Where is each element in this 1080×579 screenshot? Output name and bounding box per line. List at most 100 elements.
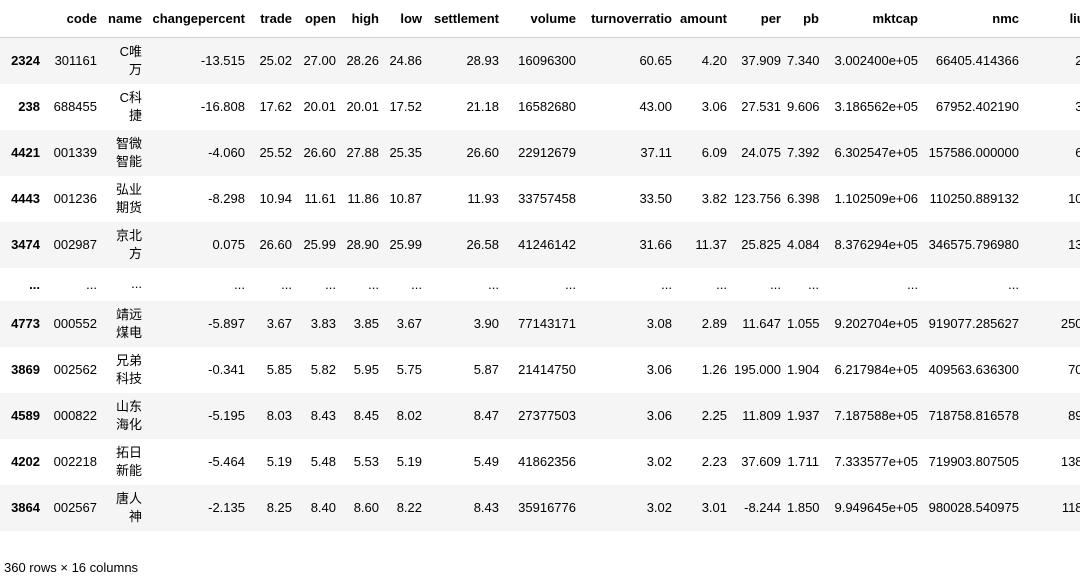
cell-low: ... bbox=[411, 276, 422, 292]
cell-high: 11.86 bbox=[347, 191, 379, 206]
cell-amount: 3.06 bbox=[701, 99, 727, 114]
cell-liuto: 268 bbox=[1022, 38, 1080, 84]
cell-amount: 2.25 bbox=[701, 408, 727, 423]
cell-volume: 27377503 bbox=[518, 408, 576, 423]
table-row: 3864 002567 唐人神 -2.135 8.25 8.40 8.60 8.22 8.43 3… bbox=[0, 484, 1080, 531]
name-line-2: 期货 bbox=[115, 199, 142, 215]
cell-trade: 5.85 bbox=[266, 362, 292, 377]
cell-code: 002987 bbox=[53, 237, 97, 252]
cell-liuto: 7001 bbox=[1068, 362, 1080, 377]
column-header-code: code bbox=[43, 0, 100, 38]
cell-per: 123.756 bbox=[734, 191, 781, 206]
row-index: 3864 bbox=[11, 500, 40, 515]
cell-name: ... bbox=[100, 268, 145, 301]
cell-open: 25.99 bbox=[303, 237, 336, 252]
cell-settlement: 26.60 bbox=[466, 145, 499, 160]
cell-code: 000552 bbox=[53, 316, 97, 331]
cell-name: 拓日 新能 bbox=[100, 439, 145, 485]
name-line-1: 智微 bbox=[115, 135, 142, 151]
cell-low: 25.99 bbox=[389, 237, 422, 252]
cell-low: 25.35 bbox=[389, 145, 422, 160]
cell-turnoverratio: 31.66 bbox=[639, 237, 672, 252]
row-index: 238 bbox=[18, 99, 40, 114]
cell-turnoverratio: 3.08 bbox=[646, 316, 672, 331]
cell-trade: 8.25 bbox=[266, 500, 292, 515]
cell-liuto: 1007 bbox=[1068, 191, 1080, 206]
cell-amount: 4.20 bbox=[701, 53, 727, 69]
cell-nmc: 409563.636300 bbox=[928, 362, 1019, 377]
cell-per: ... bbox=[770, 276, 781, 292]
cell-name: 唐人神 bbox=[100, 485, 145, 531]
table-row: 4773 000552 靖远 煤电 -5.897 3.67 3.83 3.85 3.67 3.90… bbox=[0, 300, 1080, 347]
cell-trade: 25.52 bbox=[259, 145, 292, 160]
cell-changepercent: -4.060 bbox=[208, 145, 245, 160]
name-line-1: 兄弟 bbox=[115, 352, 142, 368]
cell-high: 8.60 bbox=[353, 500, 379, 515]
cell-liuto: 8950 bbox=[1068, 408, 1080, 423]
row-index: 4202 bbox=[11, 454, 40, 469]
cell-turnoverratio: ... bbox=[661, 276, 672, 292]
cell-high: 20.01 bbox=[346, 99, 379, 114]
name-line-2: 科技 bbox=[115, 370, 142, 386]
cell-name: 山东 海化 bbox=[100, 393, 145, 439]
cell-nmc: 718758.816578 bbox=[928, 408, 1019, 423]
cell-per: 37.909 bbox=[741, 53, 781, 69]
cell-mktcap: 6.302547e+05 bbox=[834, 145, 918, 160]
cell-turnoverratio: 3.02 bbox=[646, 500, 672, 515]
table-shape-footer: 360 rows × 16 columns bbox=[4, 560, 139, 575]
table-body: 2324 301161 C唯万 -13.515 25.02 27.00 28.26 24.86… bbox=[0, 37, 1080, 531]
cell-settlement: 3.90 bbox=[473, 316, 499, 331]
name-line-1: 京北 bbox=[115, 227, 142, 243]
cell-name: 靖远 煤电 bbox=[100, 301, 145, 347]
table-row: 4421 001339 智微 智能 -4.060 25.52 26.60 27.88 25.35… bbox=[0, 129, 1080, 176]
cell-amount: 11.37 bbox=[695, 237, 727, 252]
cell-mktcap: 8.376294e+05 bbox=[834, 237, 918, 252]
cell-pb: ... bbox=[808, 276, 819, 292]
cell-code: 001236 bbox=[53, 191, 97, 206]
name-line-1: 靖远 bbox=[115, 306, 142, 322]
table-row: 4589 000822 山东 海化 -5.195 8.03 8.43 8.45 8.02 8.47… bbox=[0, 392, 1080, 439]
row-index: 4589 bbox=[11, 408, 40, 423]
column-header-high: high bbox=[339, 0, 382, 38]
cell-trade: 8.03 bbox=[266, 408, 292, 423]
cell-settlement: ... bbox=[488, 276, 499, 292]
name-line-2: 捷 bbox=[128, 107, 142, 123]
row-index: 2324 bbox=[11, 53, 40, 69]
column-header-settlement: settlement bbox=[425, 0, 502, 38]
cell-trade: ... bbox=[281, 276, 292, 292]
cell-nmc: 919077.285627 bbox=[928, 316, 1019, 331]
cell-changepercent: -2.135 bbox=[208, 500, 245, 515]
cell-open: 8.40 bbox=[310, 500, 336, 515]
cell-turnoverratio: 43.00 bbox=[639, 99, 672, 114]
cell-trade: 25.02 bbox=[259, 53, 292, 69]
cell-code: 000822 bbox=[53, 408, 97, 423]
cell-nmc: 157586.000000 bbox=[928, 145, 1019, 160]
cell-changepercent: -5.195 bbox=[208, 408, 245, 423]
cell-settlement: 21.18 bbox=[466, 99, 499, 114]
cell-volume: 21414750 bbox=[518, 362, 576, 377]
cell-per: 27.531 bbox=[741, 99, 781, 114]
header-index bbox=[0, 0, 43, 38]
cell-mktcap: ... bbox=[907, 276, 918, 292]
dataframe-viewport[interactable]: code name changepercent trade open high low set… bbox=[0, 0, 1080, 548]
cell-settlement: 26.58 bbox=[466, 237, 499, 252]
cell-pb: 1.055 bbox=[787, 316, 820, 331]
cell-per: 24.075 bbox=[741, 145, 781, 160]
cell-liuto: ... bbox=[1022, 268, 1080, 301]
cell-high: 27.88 bbox=[346, 145, 379, 160]
cell-trade: 26.60 bbox=[259, 237, 292, 252]
table-row: 2324 301161 C唯万 -13.515 25.02 27.00 28.26 24.86… bbox=[0, 37, 1080, 84]
cell-volume: 41862356 bbox=[518, 454, 576, 469]
cell-pb: 7.392 bbox=[787, 145, 820, 160]
cell-open: 3.83 bbox=[310, 316, 336, 331]
cell-open: 5.82 bbox=[310, 362, 336, 377]
column-header-open: open bbox=[295, 0, 339, 38]
cell-name: 兄弟 科技 bbox=[100, 347, 145, 393]
cell-amount: ... bbox=[716, 276, 727, 292]
cell-changepercent: -0.341 bbox=[208, 362, 245, 377]
column-header-turnoverratio: turnoverratio bbox=[579, 0, 675, 38]
column-header-amount: amount bbox=[675, 0, 730, 38]
cell-low: 5.19 bbox=[396, 454, 422, 469]
cell-trade: 5.19 bbox=[266, 454, 292, 469]
cell-changepercent: 0.075 bbox=[212, 237, 245, 252]
